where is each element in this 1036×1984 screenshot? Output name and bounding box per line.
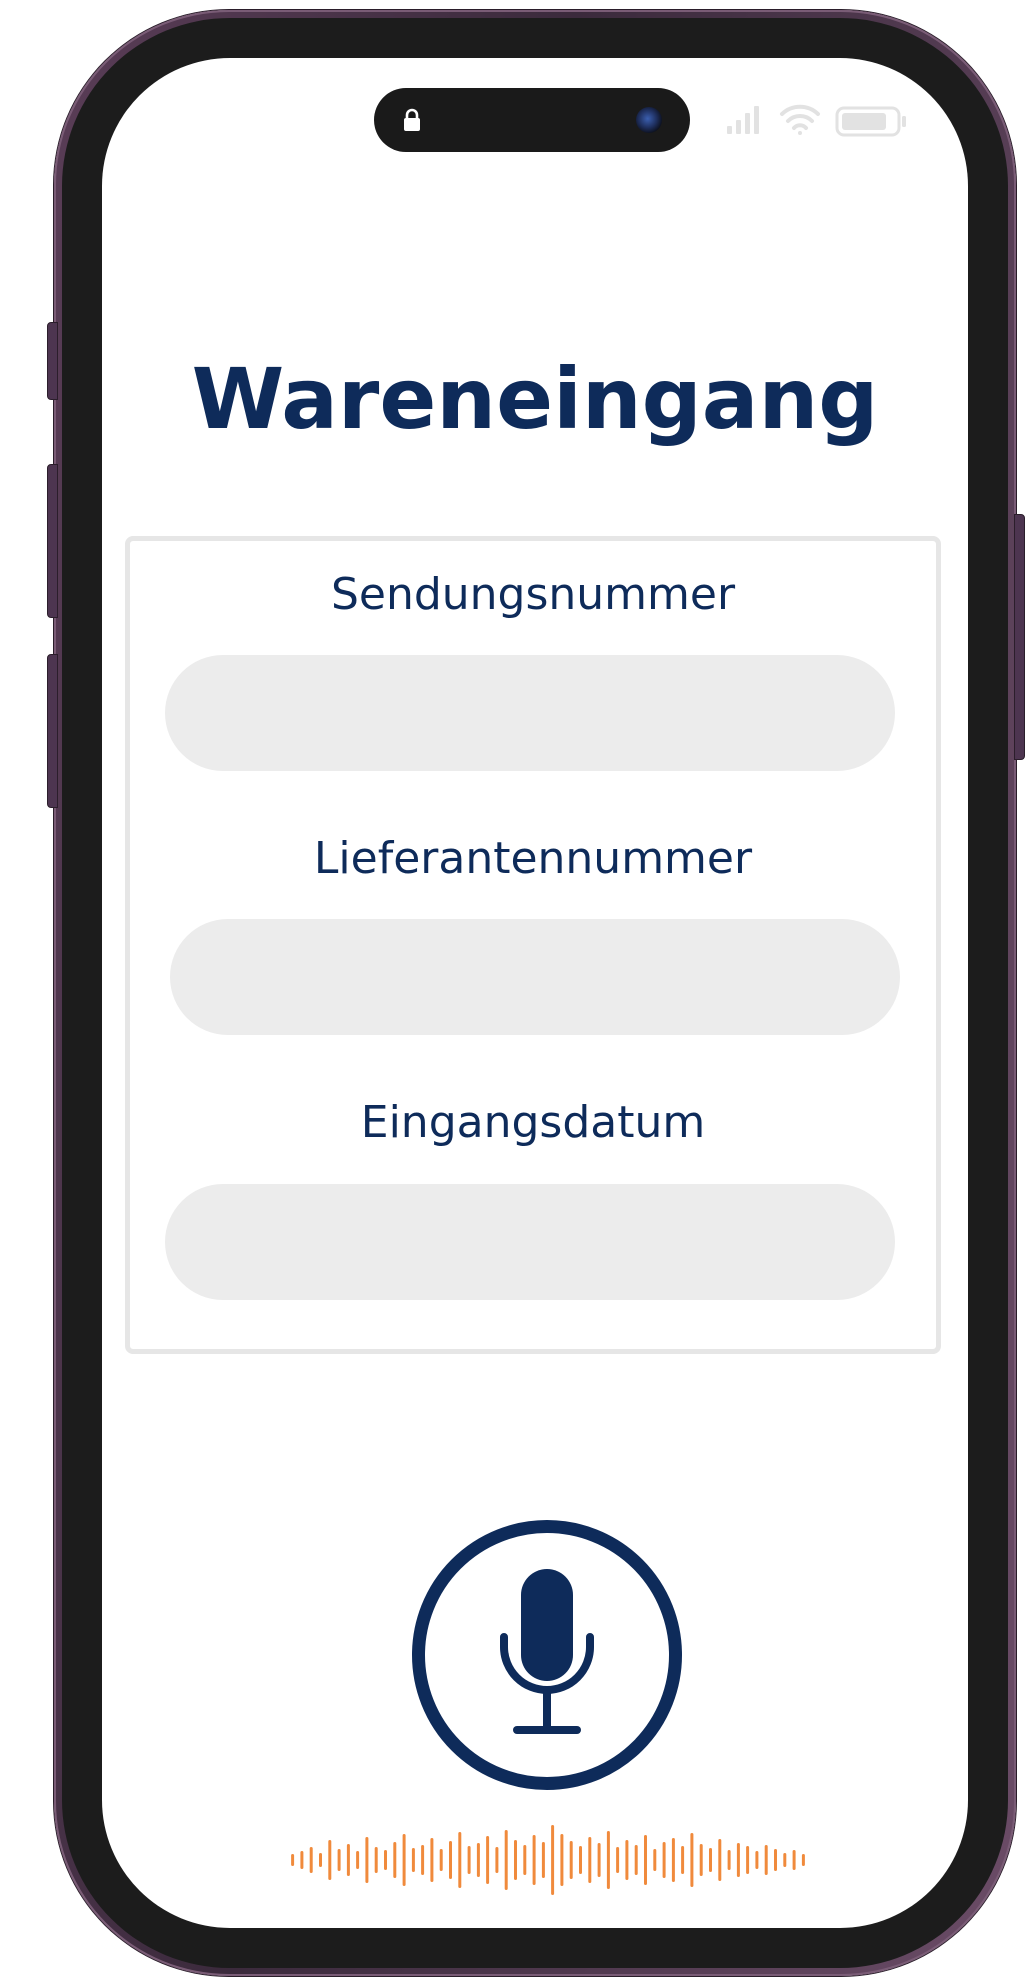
wifi-icon [780, 104, 820, 135]
waveform-bar [606, 1831, 610, 1889]
goods-receipt-form: Sendungsnummer Lieferantennummer Eingang… [125, 536, 941, 1354]
audio-waveform-icon [291, 1825, 805, 1895]
waveform-bar [328, 1840, 332, 1880]
waveform-bar [662, 1842, 666, 1878]
waveform-bar [467, 1846, 471, 1874]
waveform-bar [476, 1843, 480, 1877]
receipt-date-label: Eingangsdatum [360, 1097, 706, 1148]
page-title: Wareneingang [191, 350, 879, 448]
action-button [47, 322, 58, 400]
device-mockup: Wareneingang Sendungsnummer Lieferantenn… [0, 0, 1036, 1984]
waveform-bar [699, 1844, 703, 1876]
waveform-bar [569, 1841, 573, 1879]
waveform-bar [421, 1845, 425, 1875]
waveform-bar [402, 1834, 406, 1886]
waveform-bar [653, 1849, 657, 1871]
waveform-bar [801, 1854, 805, 1866]
waveform-bar [449, 1841, 452, 1879]
signal-icon [727, 106, 759, 134]
waveform-bar [374, 1847, 378, 1873]
waveform-bar [634, 1845, 638, 1875]
waveform-bar [551, 1825, 555, 1895]
waveform-bar [727, 1850, 731, 1870]
waveform-bar [495, 1847, 499, 1873]
lock-icon [404, 108, 420, 131]
waveform-bar [504, 1830, 508, 1890]
waveform-bar [774, 1849, 777, 1871]
waveform-bar [523, 1845, 527, 1875]
waveform-bar [681, 1846, 685, 1874]
volume-up-button [47, 464, 58, 618]
waveform-bar [319, 1853, 322, 1867]
status-icons [727, 104, 906, 137]
battery-icon [835, 106, 906, 137]
waveform-bar [671, 1838, 675, 1882]
waveform-bar [709, 1848, 712, 1872]
volume-down-button [47, 654, 58, 808]
waveform-bar [365, 1837, 369, 1883]
waveform-bar [309, 1847, 313, 1873]
waveform-bar [588, 1837, 592, 1883]
waveform-bar [644, 1835, 647, 1885]
waveform-bar [764, 1845, 768, 1875]
waveform-bar [514, 1840, 517, 1880]
microphone-icon [500, 1569, 594, 1734]
phone-screen: Wareneingang Sendungsnummer Lieferantenn… [102, 58, 968, 1928]
voice-input-button[interactable] [412, 1520, 682, 1790]
waveform-bar [597, 1843, 601, 1877]
waveform-bar [439, 1849, 443, 1871]
shipment-number-input[interactable] [165, 655, 895, 771]
waveform-bar [458, 1832, 462, 1888]
waveform-bar [541, 1842, 545, 1878]
camera-icon [636, 107, 662, 133]
power-button [1014, 514, 1025, 760]
waveform-bar [625, 1840, 629, 1880]
waveform-bar [346, 1844, 350, 1876]
supplier-number-label: Lieferantennummer [313, 833, 753, 884]
waveform-bar [430, 1838, 434, 1882]
waveform-bar [384, 1850, 387, 1870]
waveform-bar [532, 1835, 536, 1885]
waveform-bar [579, 1846, 582, 1874]
waveform-bar [393, 1842, 397, 1878]
shipment-number-label: Sendungsnummer [330, 569, 736, 620]
waveform-bar [746, 1846, 750, 1874]
waveform-bar [792, 1850, 796, 1870]
receipt-date-input[interactable] [165, 1184, 895, 1300]
waveform-bar [560, 1834, 564, 1886]
waveform-bar [616, 1847, 620, 1873]
dynamic-island [374, 88, 690, 152]
waveform-bar [411, 1848, 415, 1872]
waveform-bar [755, 1851, 759, 1869]
waveform-bar [718, 1839, 722, 1881]
waveform-bar [337, 1849, 341, 1871]
waveform-bar [356, 1851, 360, 1869]
waveform-bar [736, 1843, 740, 1877]
waveform-bar [291, 1854, 295, 1866]
waveform-bar [300, 1851, 304, 1869]
waveform-bar [783, 1853, 787, 1867]
waveform-bar [486, 1836, 490, 1884]
supplier-number-input[interactable] [170, 919, 900, 1035]
waveform-bar [690, 1833, 694, 1887]
